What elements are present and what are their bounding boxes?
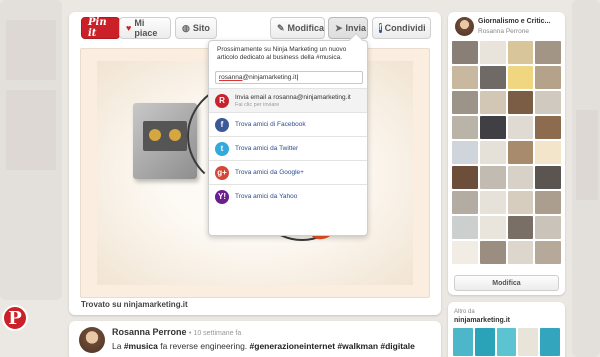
board-thumbnail[interactable] bbox=[535, 91, 561, 114]
board-thumbnail[interactable] bbox=[452, 166, 478, 189]
send-button[interactable]: ➤ Invia bbox=[328, 17, 368, 39]
also-from-thumbnail[interactable] bbox=[474, 328, 495, 356]
board-thumbnail[interactable] bbox=[535, 191, 561, 214]
board-thumbnail[interactable] bbox=[535, 241, 561, 264]
site-button[interactable]: ◍ Sito bbox=[175, 17, 217, 39]
comment-card: Rosanna Perrone • 10 settimane fa La #mu… bbox=[69, 321, 441, 357]
board-thumbnail[interactable] bbox=[479, 166, 506, 189]
board-thumbnails bbox=[452, 41, 561, 271]
twitter-icon: t bbox=[215, 141, 229, 156]
pin-source[interactable]: Trovato su ninjamarketing.it bbox=[81, 300, 188, 309]
background-tile bbox=[6, 20, 56, 80]
board-owner[interactable]: Rosanna Perrone bbox=[478, 28, 529, 35]
comment-author: Rosanna Perrone • 10 settimane fa bbox=[112, 327, 241, 337]
board-thumbnail[interactable] bbox=[479, 66, 506, 89]
board-thumbnail[interactable] bbox=[507, 216, 534, 239]
find-twitter-label: Trova amici da Twitter bbox=[235, 145, 299, 152]
board-thumbnail[interactable] bbox=[452, 91, 478, 114]
find-yahoo-item[interactable]: Y! Trova amici da Yahoo bbox=[209, 184, 367, 208]
board-thumbnail[interactable] bbox=[452, 216, 478, 239]
board-thumbnail[interactable] bbox=[479, 141, 506, 164]
board-thumbnail[interactable] bbox=[535, 166, 561, 189]
comment-time: • 10 settimane fa bbox=[189, 330, 242, 337]
share-label: Condividi bbox=[384, 23, 426, 33]
board-thumbnail[interactable] bbox=[535, 216, 561, 239]
find-yahoo-label: Trova amici da Yahoo bbox=[235, 193, 298, 200]
board-thumbnail[interactable] bbox=[452, 66, 478, 89]
recipient-initial-icon: R bbox=[215, 93, 229, 108]
site-label: Sito bbox=[192, 23, 210, 33]
also-from-thumbnail[interactable] bbox=[496, 328, 517, 356]
send-message[interactable]: Prossimamente su Ninja Marketing un nuov… bbox=[217, 46, 361, 62]
also-from-card: Altro da ninjamarketing.it bbox=[448, 302, 565, 357]
board-thumbnail[interactable] bbox=[507, 116, 534, 139]
board-card: Giornalismo e Critic... Rosanna Perrone … bbox=[448, 12, 565, 295]
board-thumbnail[interactable] bbox=[452, 116, 478, 139]
send-dropdown: Prossimamente su Ninja Marketing un nuov… bbox=[208, 32, 368, 236]
board-thumbnail[interactable] bbox=[452, 191, 478, 214]
send-email-label: Invia email a rosanna@ninjamarketing.it bbox=[235, 93, 351, 101]
also-from-thumbnail[interactable] bbox=[540, 328, 560, 356]
find-google-label: Trova amici da Google+ bbox=[235, 169, 304, 176]
board-thumbnail[interactable] bbox=[535, 116, 561, 139]
board-edit-button[interactable]: Modifica bbox=[454, 275, 559, 291]
avatar[interactable] bbox=[455, 17, 474, 36]
also-from-thumbnails bbox=[453, 328, 560, 356]
avatar[interactable] bbox=[79, 327, 105, 353]
heart-icon: ♥ bbox=[126, 23, 132, 33]
like-button[interactable]: ♥ Mi piace bbox=[119, 17, 171, 39]
pencil-icon: ✎ bbox=[277, 22, 285, 33]
also-from-label: Altro da bbox=[454, 309, 475, 315]
also-from-thumbnail[interactable] bbox=[518, 328, 539, 356]
background-tile bbox=[576, 110, 598, 200]
also-from-site[interactable]: ninjamarketing.it bbox=[454, 317, 510, 324]
comment-author-name[interactable]: Rosanna Perrone bbox=[112, 327, 187, 337]
board-thumbnail[interactable] bbox=[479, 91, 506, 114]
facebook-icon: f bbox=[379, 23, 382, 33]
hashtag-link[interactable]: #musica bbox=[124, 341, 158, 351]
board-thumbnail[interactable] bbox=[479, 191, 506, 214]
board-thumbnail[interactable] bbox=[479, 216, 506, 239]
background-tile bbox=[6, 90, 56, 170]
share-button[interactable]: f Condividi bbox=[372, 17, 431, 39]
board-thumbnail[interactable] bbox=[507, 241, 534, 264]
find-facebook-item[interactable]: f Trova amici di Facebook bbox=[209, 112, 367, 136]
pinterest-logo-icon[interactable]: P bbox=[2, 305, 28, 331]
board-thumbnail[interactable] bbox=[452, 141, 478, 164]
find-google-item[interactable]: g+ Trova amici da Google+ bbox=[209, 160, 367, 184]
globe-icon: ◍ bbox=[182, 22, 190, 33]
board-thumbnail[interactable] bbox=[507, 66, 534, 89]
facebook-icon: f bbox=[215, 117, 229, 132]
like-label: Mi piace bbox=[134, 18, 158, 38]
send-email-sub: Fai clic per inviare bbox=[235, 101, 280, 108]
hashtag-links[interactable]: #generazioneinternet #walkman #digitale bbox=[250, 341, 415, 351]
send-label: Invia bbox=[345, 23, 367, 33]
board-thumbnail[interactable] bbox=[452, 41, 478, 64]
also-from-thumbnail[interactable] bbox=[453, 328, 473, 356]
yahoo-icon: Y! bbox=[215, 189, 229, 204]
pin-it-button[interactable]: Pin it bbox=[81, 17, 120, 39]
google-plus-icon: g+ bbox=[215, 165, 229, 180]
paper-plane-icon: ➤ bbox=[335, 22, 343, 33]
comment-text: La #musica fa reverse engineering. #gene… bbox=[112, 341, 415, 351]
board-thumbnail[interactable] bbox=[535, 66, 561, 89]
board-thumbnail[interactable] bbox=[507, 166, 534, 189]
board-thumbnail[interactable] bbox=[479, 241, 506, 264]
board-thumbnail[interactable] bbox=[507, 191, 534, 214]
send-email-item[interactable]: R Invia email a rosanna@ninjamarketing.i… bbox=[209, 88, 367, 112]
edit-button[interactable]: ✎ Modifica bbox=[270, 17, 325, 39]
board-thumbnail[interactable] bbox=[507, 141, 534, 164]
board-thumbnail[interactable] bbox=[507, 41, 534, 64]
board-title[interactable]: Giornalismo e Critic... bbox=[478, 18, 550, 25]
edit-label: Modifica bbox=[287, 23, 325, 33]
board-thumbnail[interactable] bbox=[535, 41, 561, 64]
board-thumbnail[interactable] bbox=[507, 91, 534, 114]
email-field[interactable]: rosanna@ninjamarketing.it| bbox=[215, 71, 363, 84]
board-thumbnail[interactable] bbox=[452, 241, 478, 264]
find-facebook-label: Trova amici di Facebook bbox=[235, 121, 306, 128]
board-thumbnail[interactable] bbox=[535, 141, 561, 164]
find-twitter-item[interactable]: t Trova amici da Twitter bbox=[209, 136, 367, 160]
board-thumbnail[interactable] bbox=[479, 41, 506, 64]
board-thumbnail[interactable] bbox=[479, 116, 506, 139]
